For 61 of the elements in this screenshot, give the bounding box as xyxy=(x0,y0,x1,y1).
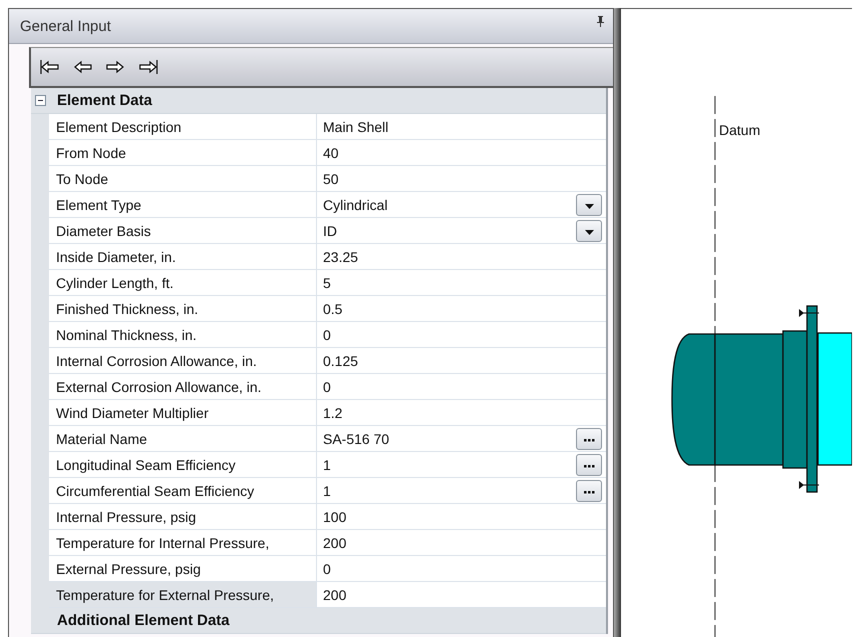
property-label[interactable]: External Corrosion Allowance, in. xyxy=(49,374,317,400)
property-value[interactable]: 23.25 xyxy=(317,244,606,270)
property-label[interactable]: Finished Thickness, in. xyxy=(49,296,317,322)
datum-label: Datum xyxy=(719,122,760,138)
browse-button[interactable] xyxy=(576,480,602,502)
ellipsis-icon xyxy=(584,490,594,494)
pin-icon[interactable] xyxy=(596,15,605,27)
panel-title: General Input xyxy=(20,18,111,34)
section-title: Additional Element Data xyxy=(57,612,230,629)
property-value[interactable]: 0.5 xyxy=(317,296,606,322)
caret-icon xyxy=(584,204,594,208)
property-value[interactable]: 0 xyxy=(317,322,606,348)
property-label[interactable]: Temperature for Internal Pressure, xyxy=(49,530,317,556)
property-value[interactable]: 40 xyxy=(317,140,606,166)
caret-icon xyxy=(584,230,594,234)
property-value[interactable]: Cylindrical xyxy=(317,192,606,218)
browse-button[interactable] xyxy=(576,454,602,476)
property-value[interactable]: 100 xyxy=(317,504,606,530)
property-value[interactable]: 200 xyxy=(317,582,606,608)
browse-button[interactable] xyxy=(576,428,602,450)
property-value[interactable]: 5 xyxy=(317,270,606,296)
dropdown-button[interactable] xyxy=(576,194,602,216)
property-label[interactable]: Cylinder Length, ft. xyxy=(49,270,317,296)
next-icon[interactable] xyxy=(105,59,125,75)
property-value[interactable]: 0 xyxy=(317,556,606,582)
property-label[interactable]: Internal Corrosion Allowance, in. xyxy=(49,348,317,374)
property-label[interactable]: Wind Diameter Multiplier xyxy=(49,400,317,426)
last-icon[interactable] xyxy=(137,59,159,75)
property-label[interactable]: Element Type xyxy=(49,192,317,218)
property-value[interactable]: 0.125 xyxy=(317,348,606,374)
property-value[interactable]: 0 xyxy=(317,374,606,400)
property-label[interactable]: Temperature for External Pressure, xyxy=(49,582,317,608)
ellipsis-icon xyxy=(584,464,594,468)
property-label[interactable]: Diameter Basis xyxy=(49,218,317,244)
property-label[interactable]: Nominal Thickness, in. xyxy=(49,322,317,348)
property-value[interactable]: 1.2 xyxy=(317,400,606,426)
splitter[interactable] xyxy=(614,8,621,637)
property-label[interactable]: Inside Diameter, in. xyxy=(49,244,317,270)
property-value[interactable]: Main Shell xyxy=(317,114,606,140)
property-value[interactable]: 1 xyxy=(317,452,606,478)
property-label[interactable]: From Node xyxy=(49,140,317,166)
property-label[interactable]: External Pressure, psig xyxy=(49,556,317,582)
property-label[interactable]: Longitudinal Seam Efficiency xyxy=(49,452,317,478)
property-label[interactable]: Element Description xyxy=(49,114,317,140)
ellipsis-icon xyxy=(584,438,594,442)
dropdown-button[interactable] xyxy=(576,220,602,242)
property-label[interactable]: Internal Pressure, psig xyxy=(49,504,317,530)
property-value[interactable]: 50 xyxy=(317,166,606,192)
first-icon[interactable] xyxy=(39,59,61,75)
collapse-icon[interactable] xyxy=(34,95,46,106)
property-label[interactable]: Material Name xyxy=(49,426,317,452)
property-value[interactable]: 200 xyxy=(317,530,606,556)
property-value[interactable]: ID xyxy=(317,218,606,244)
property-label[interactable]: Circumferential Seam Efficiency xyxy=(49,478,317,504)
section-header[interactable]: Element Data xyxy=(31,88,606,114)
section-header[interactable]: Additional Element Data xyxy=(31,608,606,634)
property-value[interactable]: SA-516 70 xyxy=(317,426,606,452)
property-label[interactable]: To Node xyxy=(49,166,317,192)
section-title: Element Data xyxy=(57,92,152,109)
property-value[interactable]: 1 xyxy=(317,478,606,504)
previous-icon[interactable] xyxy=(73,59,93,75)
